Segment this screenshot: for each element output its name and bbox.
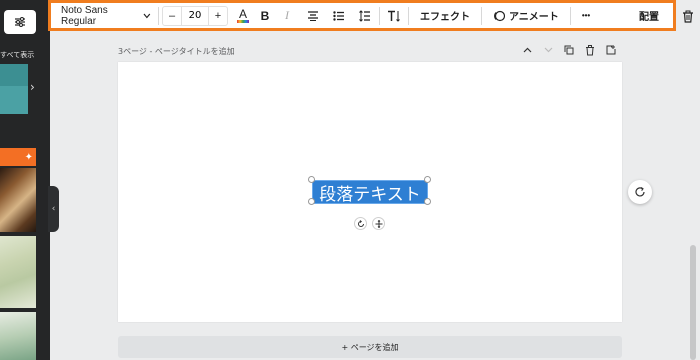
add-page-button[interactable]: + ページを追加	[118, 336, 622, 358]
chevron-left-icon: ‹	[51, 204, 56, 214]
font-family-label: Noto Sans Regular	[61, 4, 108, 27]
animate-button[interactable]: アニメート	[485, 5, 567, 27]
text-toolbar: Noto Sans Regular – 20 + A B I エフェクト アニメ…	[48, 0, 676, 31]
resize-handle-bottom-left[interactable]	[308, 198, 315, 205]
chevron-down-icon	[544, 47, 552, 53]
font-size-stepper: – 20 +	[162, 5, 228, 26]
filter-button[interactable]	[4, 10, 36, 34]
animate-label: アニメート	[509, 12, 559, 23]
rotate-icon	[357, 219, 364, 227]
rainbow-bar-icon	[237, 20, 249, 23]
delete-page-button[interactable]	[583, 43, 597, 57]
align-center-icon	[308, 10, 318, 21]
collapse-panel-tab[interactable]: ‹	[48, 186, 59, 232]
page-title[interactable]: 3ページ - ページタイトルを追加	[118, 46, 235, 57]
italic-button[interactable]: I	[276, 5, 298, 27]
divider	[481, 6, 482, 25]
text-color-letter: A	[238, 7, 247, 21]
trash-icon	[683, 10, 693, 23]
line-spacing-icon	[359, 9, 370, 22]
sliders-icon	[15, 17, 25, 27]
align-center-button[interactable]	[302, 5, 324, 27]
divider	[569, 6, 571, 25]
template-thumbnail-overlay	[0, 86, 28, 114]
chevron-up-icon	[523, 47, 531, 53]
vertical-scrollbar[interactable]	[690, 245, 696, 360]
text-size-button[interactable]	[383, 5, 405, 27]
more-options-button[interactable]: •••	[574, 5, 598, 27]
photo-thumbnail-plant[interactable]	[0, 312, 36, 360]
list-button[interactable]	[328, 5, 350, 27]
photo-thumbnail-light[interactable]	[0, 236, 36, 308]
resize-handle-bottom-right[interactable]	[424, 198, 431, 205]
trash-icon	[586, 44, 594, 55]
spacing-button[interactable]	[354, 5, 376, 27]
divider	[408, 6, 409, 25]
photo-thumbnail-food[interactable]	[0, 168, 36, 232]
chevron-right-icon[interactable]: ›	[30, 80, 35, 94]
add-page-icon	[606, 45, 616, 55]
sparkle-icon: ✦	[24, 151, 33, 163]
animate-icon	[494, 10, 505, 21]
move-handle[interactable]	[372, 217, 385, 230]
resize-handle-top-left[interactable]	[308, 176, 315, 183]
refresh-button[interactable]	[628, 180, 652, 204]
copy-icon	[564, 45, 574, 55]
font-size-input[interactable]: 20	[181, 6, 209, 25]
left-panel: すべて表示 › ✦	[0, 0, 50, 360]
orange-category-bar[interactable]: ✦	[0, 148, 36, 166]
bullet-list-icon	[333, 10, 344, 21]
font-family-dropdown[interactable]: Noto Sans Regular	[57, 5, 155, 27]
add-page-after-button[interactable]	[604, 43, 618, 57]
divider	[158, 6, 159, 25]
paragraph-text[interactable]: 段落テキスト	[319, 180, 421, 205]
duplicate-page-button[interactable]	[562, 43, 576, 57]
effects-button[interactable]: エフェクト	[412, 5, 478, 27]
divider	[379, 6, 380, 25]
delete-button[interactable]	[680, 7, 696, 25]
move-page-down-button[interactable]	[541, 43, 555, 57]
refresh-icon	[635, 187, 645, 197]
arrange-button[interactable]: 配置	[631, 5, 667, 27]
text-height-icon	[388, 10, 400, 22]
increase-font-size-button[interactable]: +	[209, 7, 227, 25]
editor-window: すべて表示 › ✦ ‹ Noto Sans Regular – 20 + A B…	[0, 0, 700, 360]
selected-text-box[interactable]: 段落テキスト	[312, 180, 428, 205]
text-color-button[interactable]: A	[232, 5, 254, 27]
move-icon	[375, 219, 382, 228]
resize-handle-top-right[interactable]	[424, 176, 431, 183]
bold-button[interactable]: B	[254, 5, 276, 27]
rotate-handle[interactable]	[354, 217, 367, 230]
see-all-link[interactable]: すべて表示	[0, 50, 34, 60]
move-page-up-button[interactable]	[520, 43, 534, 57]
decrease-font-size-button[interactable]: –	[163, 7, 181, 25]
chevron-down-icon	[143, 13, 151, 18]
page-actions	[520, 43, 618, 57]
